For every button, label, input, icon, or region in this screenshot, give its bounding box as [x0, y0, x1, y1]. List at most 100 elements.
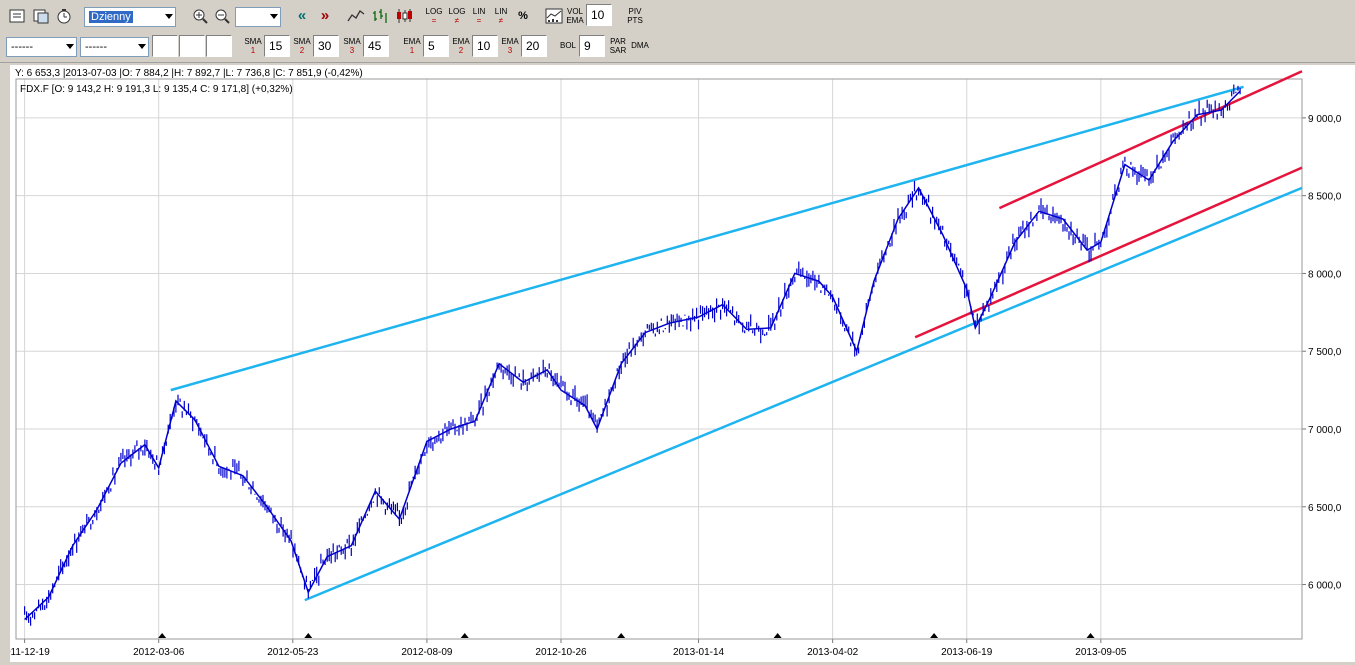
volume-chart-icon[interactable]	[543, 5, 565, 27]
ema1-period: 5	[428, 39, 435, 53]
y-axis-labels: 6 000,0 6 500,0 7 000,0 7 500,0 8 000,0 8 500…	[1308, 114, 1342, 592]
vol-ema-period-value: 10	[591, 8, 605, 22]
study-select-1[interactable]: ------	[6, 37, 77, 57]
x-tick-label: 2013-04-02	[807, 647, 859, 658]
clock-icon[interactable]	[53, 5, 75, 27]
bol-period: 9	[584, 39, 591, 53]
x-tick-label: 2012-10-26	[535, 647, 587, 658]
plot-frame	[15, 78, 1303, 640]
ema2-period-input[interactable]: 10	[472, 35, 498, 57]
ema3-button[interactable]: EMA 3	[500, 35, 520, 57]
vol-label: VOL	[566, 7, 583, 16]
new-chart-icon[interactable]	[6, 5, 28, 27]
scroll-right-icon[interactable]: »	[314, 5, 336, 27]
ema1-button[interactable]: EMA 1	[402, 35, 422, 57]
ema2-index: 2	[458, 46, 464, 55]
study-select-2-value: ------	[85, 41, 107, 53]
ema1-index: 1	[409, 46, 415, 55]
chevron-down-icon	[165, 14, 173, 19]
ema1-label: EMA	[403, 37, 421, 46]
zoom-in-icon[interactable]	[189, 5, 211, 27]
study-select-1-value: ------	[11, 41, 33, 53]
sma1-label: SMA	[244, 37, 262, 46]
ema3-period: 20	[526, 39, 540, 53]
ema3-period-input[interactable]: 20	[521, 35, 547, 57]
percent-label: %	[518, 10, 528, 22]
y-tick-label: 7 000,0	[1308, 425, 1342, 436]
ema1-period-input[interactable]: 5	[423, 35, 449, 57]
sma2-button[interactable]: SMA 2	[292, 35, 312, 57]
chart-panel[interactable]: 6 000,0 6 500,0 7 000,0 7 500,0 8 000,0 8 500…	[0, 65, 1355, 662]
period-markers	[158, 633, 1095, 638]
price-chart[interactable]: 6 000,0 6 500,0 7 000,0 7 500,0 8 000,0 8 500…	[0, 65, 1355, 662]
x-tick-label: 2012-05-23	[267, 647, 319, 658]
sma2-period-input[interactable]: 30	[313, 35, 339, 57]
dma-button[interactable]: DMA	[629, 35, 651, 57]
study-select-2[interactable]: ------	[80, 37, 149, 57]
pts-label: PTS	[627, 16, 643, 25]
y-tick-label: 6 500,0	[1308, 503, 1342, 514]
ema2-period: 10	[477, 39, 491, 53]
empty-input-2[interactable]	[179, 35, 205, 57]
bollinger-button[interactable]: BOL	[558, 35, 578, 57]
period-marker	[158, 633, 167, 638]
price-series	[24, 84, 1241, 626]
y-tick-label: 8 500,0	[1308, 192, 1342, 203]
y-tick-label: 9 000,0	[1308, 114, 1342, 125]
lin-ne-label: LIN	[494, 7, 508, 16]
log-equal-button[interactable]: LOG =	[423, 5, 445, 27]
price-bars	[24, 84, 1241, 626]
chevron-down-icon	[138, 44, 146, 49]
ema2-button[interactable]: EMA 2	[451, 35, 471, 57]
line-chart-icon[interactable]	[345, 5, 367, 27]
par-label: PAR	[610, 37, 626, 46]
ohlc-bar-icon[interactable]	[369, 5, 391, 27]
ema-label: EMA	[566, 16, 584, 25]
y-tick-label: 6 000,0	[1308, 581, 1342, 592]
lin-ne-sub: ≠	[498, 16, 504, 25]
sma1-button[interactable]: SMA 1	[243, 35, 263, 57]
zoom-select[interactable]	[235, 7, 281, 27]
candlestick-icon[interactable]	[393, 5, 415, 27]
dma-label: DMA	[631, 41, 649, 50]
bollinger-period-input[interactable]: 9	[579, 35, 605, 57]
lin-equal-button[interactable]: LIN =	[468, 5, 490, 27]
trendline-red	[914, 166, 1303, 339]
period-marker	[1086, 633, 1095, 638]
vol-ema-period-input[interactable]: 10	[586, 4, 612, 26]
sma2-label: SMA	[293, 37, 311, 46]
period-marker	[460, 633, 469, 638]
scroll-left-icon[interactable]: «	[291, 5, 313, 27]
window-icon[interactable]	[30, 5, 52, 27]
lin-notequal-button[interactable]: LIN ≠	[490, 5, 512, 27]
sma2-index: 2	[299, 46, 305, 55]
sma1-index: 1	[250, 46, 256, 55]
percent-button[interactable]: %	[512, 5, 534, 27]
vol-ema-button[interactable]: VOL EMA	[565, 5, 585, 27]
sma3-button[interactable]: SMA 3	[342, 35, 362, 57]
y-tick-label: 7 500,0	[1308, 347, 1342, 358]
pivot-points-button[interactable]: PIV PTS	[624, 5, 646, 27]
sma1-period-input[interactable]: 15	[264, 35, 290, 57]
parabolic-sar-button[interactable]: PAR SAR	[608, 35, 628, 57]
ema3-index: 3	[507, 46, 513, 55]
ema2-label: EMA	[452, 37, 470, 46]
sar-label: SAR	[609, 46, 627, 55]
x-tick-label: 2011-12-19	[10, 647, 50, 658]
period-marker	[617, 633, 626, 638]
log-notequal-button[interactable]: LOG ≠	[446, 5, 468, 27]
period-marker	[930, 633, 939, 638]
chevron-down-icon	[66, 44, 74, 49]
log-ne-sub: ≠	[454, 16, 460, 25]
zoom-out-icon[interactable]	[211, 5, 233, 27]
period-value: Dzienny	[89, 11, 133, 23]
sma3-label: SMA	[343, 37, 361, 46]
period-select[interactable]: Dzienny	[84, 7, 176, 27]
lin-label: LIN	[472, 7, 486, 16]
sma3-period-input[interactable]: 45	[363, 35, 389, 57]
empty-input-3[interactable]	[206, 35, 232, 57]
sma2-period: 30	[318, 39, 332, 53]
y-tick-label: 8 000,0	[1308, 269, 1342, 280]
empty-input-1[interactable]	[152, 35, 178, 57]
x-tick-label: 2012-03-06	[133, 647, 185, 658]
